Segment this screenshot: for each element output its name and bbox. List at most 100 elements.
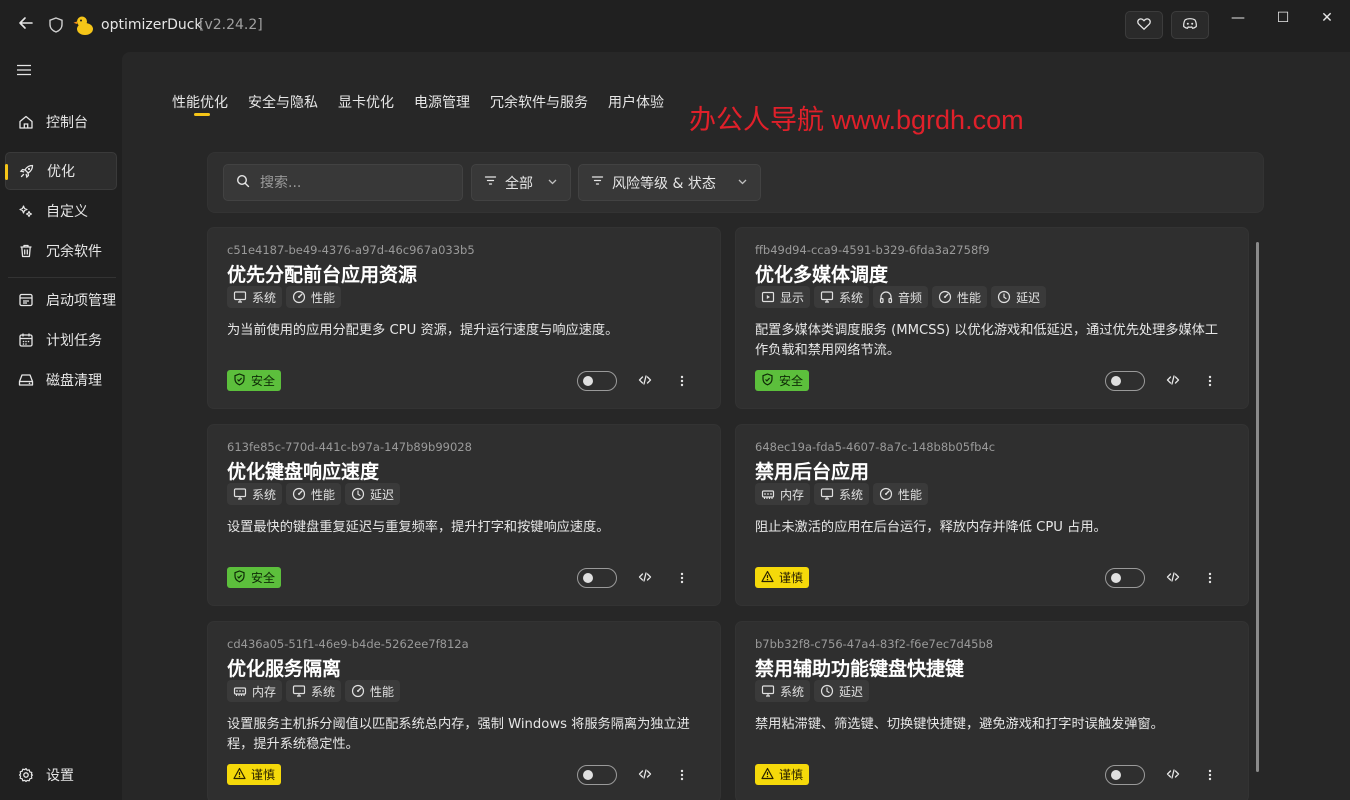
enable-toggle[interactable]: [577, 371, 617, 391]
filter-icon: [484, 174, 497, 191]
code-icon: [1166, 569, 1180, 588]
tab-performance[interactable]: 性能优化: [172, 92, 228, 122]
category-filter-dropdown[interactable]: 全部: [471, 164, 571, 201]
code-icon: [638, 569, 652, 588]
view-code-button[interactable]: [635, 765, 655, 785]
view-code-button[interactable]: [1163, 765, 1183, 785]
tag-label: 性能: [370, 684, 395, 699]
monitor-icon: [820, 290, 834, 304]
sidebar-divider: [8, 277, 116, 278]
tab-bloatware-services[interactable]: 冗余软件与服务: [490, 92, 588, 122]
sidebar-item-disk-cleanup[interactable]: 磁盘清理: [5, 361, 117, 399]
view-code-button[interactable]: [635, 568, 655, 588]
more-options-button[interactable]: [1200, 765, 1220, 785]
trash-icon: [18, 243, 34, 259]
tab-power[interactable]: 电源管理: [414, 92, 470, 122]
tag: 系统: [227, 483, 283, 505]
heart-icon: [1137, 16, 1151, 35]
more-options-button[interactable]: [672, 371, 692, 391]
tag-label: 延迟: [370, 487, 395, 502]
memory-icon: [761, 487, 775, 501]
chevron-down-icon: [547, 176, 558, 190]
more-options-button[interactable]: [1200, 371, 1220, 391]
search-input[interactable]: [260, 174, 450, 191]
code-icon: [638, 372, 652, 391]
sidebar-item-tasks[interactable]: 计划任务: [5, 321, 117, 359]
shield-check-icon: [761, 372, 774, 389]
maximize-button[interactable]: ☐: [1268, 8, 1298, 28]
close-button[interactable]: ✕: [1312, 8, 1342, 28]
calendar-icon: [18, 332, 34, 348]
memory-icon: [233, 684, 247, 698]
duck-logo-icon: [73, 14, 95, 36]
sidebar-item-optimize[interactable]: 优化: [5, 152, 117, 190]
view-code-button[interactable]: [1163, 371, 1183, 391]
risk-filter-dropdown[interactable]: 风险等级 & 状态: [578, 164, 761, 201]
more-vertical-icon: [680, 372, 684, 391]
tag: 延迟: [991, 286, 1047, 308]
sidebar-item-dashboard[interactable]: 控制台: [5, 103, 117, 141]
clock-icon: [351, 487, 365, 501]
card-title: 禁用后台应用: [755, 461, 870, 483]
sidebar-item-bloatware[interactable]: 冗余软件: [5, 232, 117, 270]
tab-user-experience[interactable]: 用户体验: [608, 92, 664, 122]
risk-badge-label: 谨慎: [779, 768, 804, 782]
sidebar-item-settings[interactable]: 设置: [5, 756, 117, 794]
tag-label: 性能: [311, 487, 336, 502]
tag: 性能: [873, 483, 929, 505]
shield-check-icon: [233, 372, 246, 389]
sidebar-item-startup[interactable]: 启动项管理: [5, 281, 117, 319]
sidebar-item-label: 磁盘清理: [46, 373, 102, 389]
sparkle-icon: [18, 203, 34, 219]
warning-icon: [761, 767, 774, 783]
code-icon: [638, 766, 652, 785]
rocket-icon: [19, 163, 35, 179]
minimize-button[interactable]: —: [1223, 8, 1253, 28]
tab-gpu[interactable]: 显卡优化: [338, 92, 394, 122]
enable-toggle[interactable]: [577, 765, 617, 785]
more-vertical-icon: [1208, 569, 1212, 588]
watermark-text: 办公人导航 www.bgrdh.com: [689, 105, 1024, 135]
tag-label: 延迟: [1016, 290, 1041, 305]
card-tags: 显示 系统 音频 性能 延迟: [755, 286, 1047, 308]
card-description: 为当前使用的应用分配更多 CPU 资源，提升运行速度与响应速度。: [227, 323, 619, 338]
sidebar-item-label: 冗余软件: [46, 244, 102, 260]
optimization-card-grid: c51e4187-be49-4376-a97d-46c967a033b5 优先分…: [207, 227, 1249, 800]
risk-badge: 谨慎: [227, 764, 282, 785]
card-tags: 系统 延迟: [755, 680, 870, 702]
enable-toggle[interactable]: [577, 568, 617, 588]
tag-label: 系统: [252, 487, 277, 502]
enable-toggle[interactable]: [1105, 765, 1145, 785]
more-options-button[interactable]: [672, 765, 692, 785]
card-id: c51e4187-be49-4376-a97d-46c967a033b5: [227, 243, 475, 257]
sidebar-item-custom[interactable]: 自定义: [5, 192, 117, 230]
risk-badge: 安全: [755, 370, 810, 391]
more-options-button[interactable]: [672, 568, 692, 588]
tag: 延迟: [814, 680, 870, 702]
tag: 性能: [286, 286, 342, 308]
card-id: cd436a05-51f1-46e9-b4de-5262ee7f812a: [227, 637, 469, 651]
tag-label: 性能: [311, 290, 336, 305]
back-arrow-icon[interactable]: [14, 14, 38, 38]
search-box[interactable]: [223, 164, 463, 201]
enable-toggle[interactable]: [1105, 371, 1145, 391]
card-description: 设置最快的键盘重复延迟与重复频率，提升打字和按键响应速度。: [227, 520, 610, 535]
card-description: 阻止未激活的应用在后台运行，释放内存并降低 CPU 占用。: [755, 520, 1107, 535]
view-code-button[interactable]: [635, 371, 655, 391]
filter-icon: [591, 174, 604, 191]
monitor-icon: [761, 684, 775, 698]
community-button[interactable]: [1171, 11, 1209, 39]
card-title: 优化多媒体调度: [755, 264, 889, 286]
scrollbar[interactable]: [1256, 242, 1259, 772]
tab-security-privacy[interactable]: 安全与隐私: [248, 92, 318, 122]
view-code-button[interactable]: [1163, 568, 1183, 588]
card-id: 613fe85c-770d-441c-b97a-147b89b99028: [227, 440, 472, 454]
tag-label: 内存: [780, 487, 805, 502]
tag-label: 内存: [252, 684, 277, 699]
category-filter-value: 全部: [505, 175, 533, 192]
favorite-button[interactable]: [1125, 11, 1163, 39]
menu-toggle-icon[interactable]: [16, 62, 36, 80]
enable-toggle[interactable]: [1105, 568, 1145, 588]
risk-badge-label: 安全: [779, 374, 804, 388]
more-options-button[interactable]: [1200, 568, 1220, 588]
